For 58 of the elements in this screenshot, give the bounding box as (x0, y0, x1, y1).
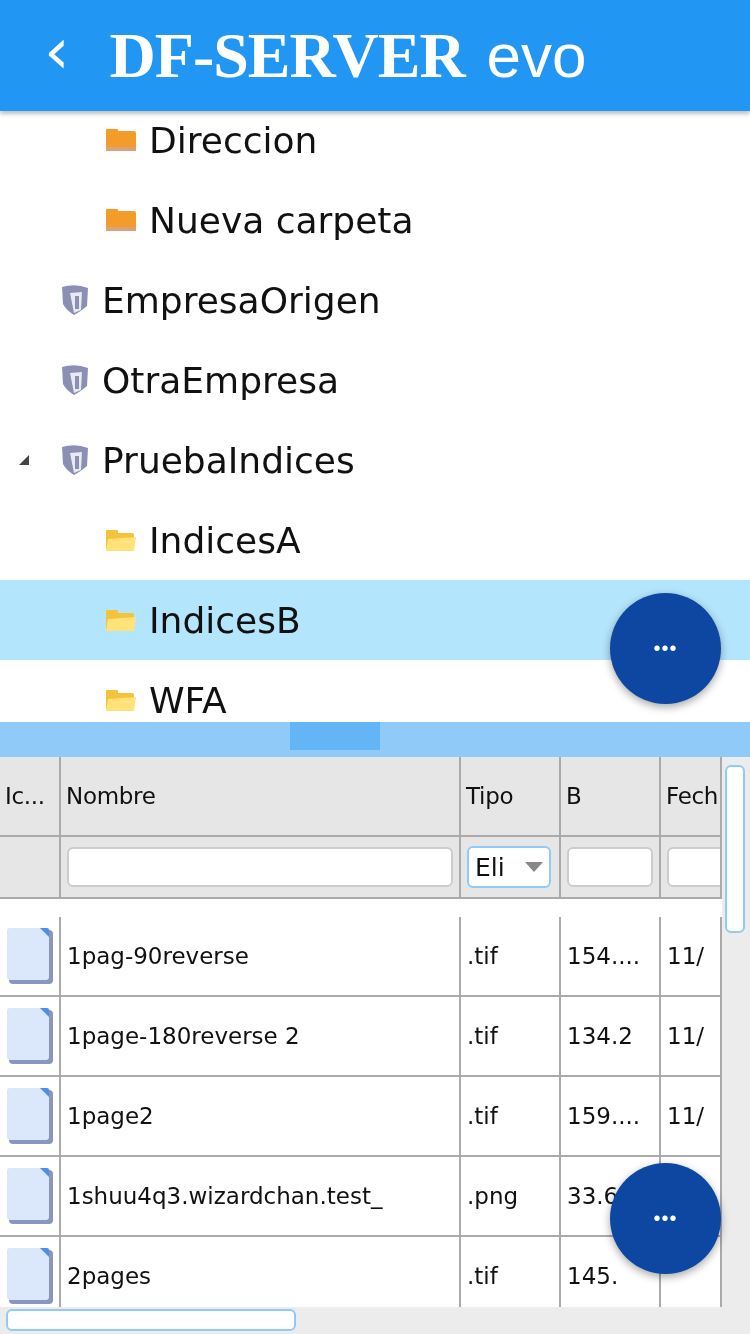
table-cell: 1page-180reverse 2 (61, 997, 461, 1077)
table-cell: 159.... (561, 1077, 661, 1157)
tree-item-label: EmpresaOrigen (102, 279, 381, 321)
tree-item-label: OtraEmpresa (102, 359, 339, 401)
open-folder-icon (105, 607, 137, 633)
folder-icon (105, 127, 137, 153)
open-folder-icon (105, 527, 137, 553)
tree-item[interactable]: IndicesA (0, 500, 750, 580)
column-header[interactable]: Ic... (0, 757, 61, 837)
tree-item-label: WFA (149, 679, 227, 721)
table-cell: 1shuu4q3.wizardchan.test_ (61, 1157, 461, 1237)
column-header[interactable]: Tipo (461, 757, 561, 837)
table-cell: 11/ (661, 997, 722, 1077)
table-cell: 11/ (661, 917, 722, 997)
open-folder-icon (105, 687, 137, 713)
tree-item-label: Nueva carpeta (149, 199, 414, 241)
splitter-handle[interactable] (290, 722, 380, 750)
tree-item[interactable]: PruebaIndices (0, 420, 750, 500)
column-header[interactable]: B (561, 757, 661, 837)
column-header[interactable]: Fech (661, 757, 722, 837)
scrollbar-thumb[interactable] (6, 1309, 296, 1331)
logo-text: DF-SERVER (109, 18, 465, 93)
tree-item[interactable]: Nueva carpeta (0, 180, 750, 260)
table-cell: .png (461, 1157, 561, 1237)
tree-item-label: PruebaIndices (102, 439, 355, 481)
table-cell: 1page2 (61, 1077, 461, 1157)
tree-item[interactable]: OtraEmpresa (0, 340, 750, 420)
document-icon (6, 1167, 54, 1225)
table-cell: 1pag-90reverse (61, 917, 461, 997)
tree-item-label: IndicesB (149, 599, 301, 641)
tree-item[interactable]: Direccion (0, 111, 750, 180)
table-cell: 134.2 (561, 997, 661, 1077)
filter-field[interactable] (67, 847, 453, 887)
column-header[interactable]: Nombre (61, 757, 461, 837)
tree-item[interactable]: EmpresaOrigen (0, 260, 750, 340)
expanded-triangle-icon[interactable] (18, 454, 30, 466)
tree-item-label: Direccion (149, 119, 318, 161)
splitter-bar[interactable] (0, 722, 750, 757)
folder-icon (105, 207, 137, 233)
server-icon (60, 284, 90, 316)
dropdown-arrow-icon[interactable] (525, 862, 543, 872)
server-icon (60, 444, 90, 476)
table-cell: .tif (461, 1237, 561, 1307)
document-icon (6, 1087, 54, 1145)
document-icon (6, 1007, 54, 1065)
table-cell: .tif (461, 1077, 561, 1157)
tree-item-label: IndicesA (149, 519, 301, 561)
table-cell: .tif (461, 917, 561, 997)
scrollbar-thumb[interactable] (725, 765, 745, 933)
document-icon (6, 1247, 54, 1305)
server-icon (60, 364, 90, 396)
filter-field[interactable] (567, 847, 653, 887)
table-cell: .tif (461, 997, 561, 1077)
logo-suffix: evo (486, 19, 587, 91)
filter-dropdown[interactable]: Eli (467, 846, 551, 888)
table-cell: 154.... (561, 917, 661, 997)
table-cell: 11/ (661, 1077, 722, 1157)
document-icon (6, 927, 54, 985)
